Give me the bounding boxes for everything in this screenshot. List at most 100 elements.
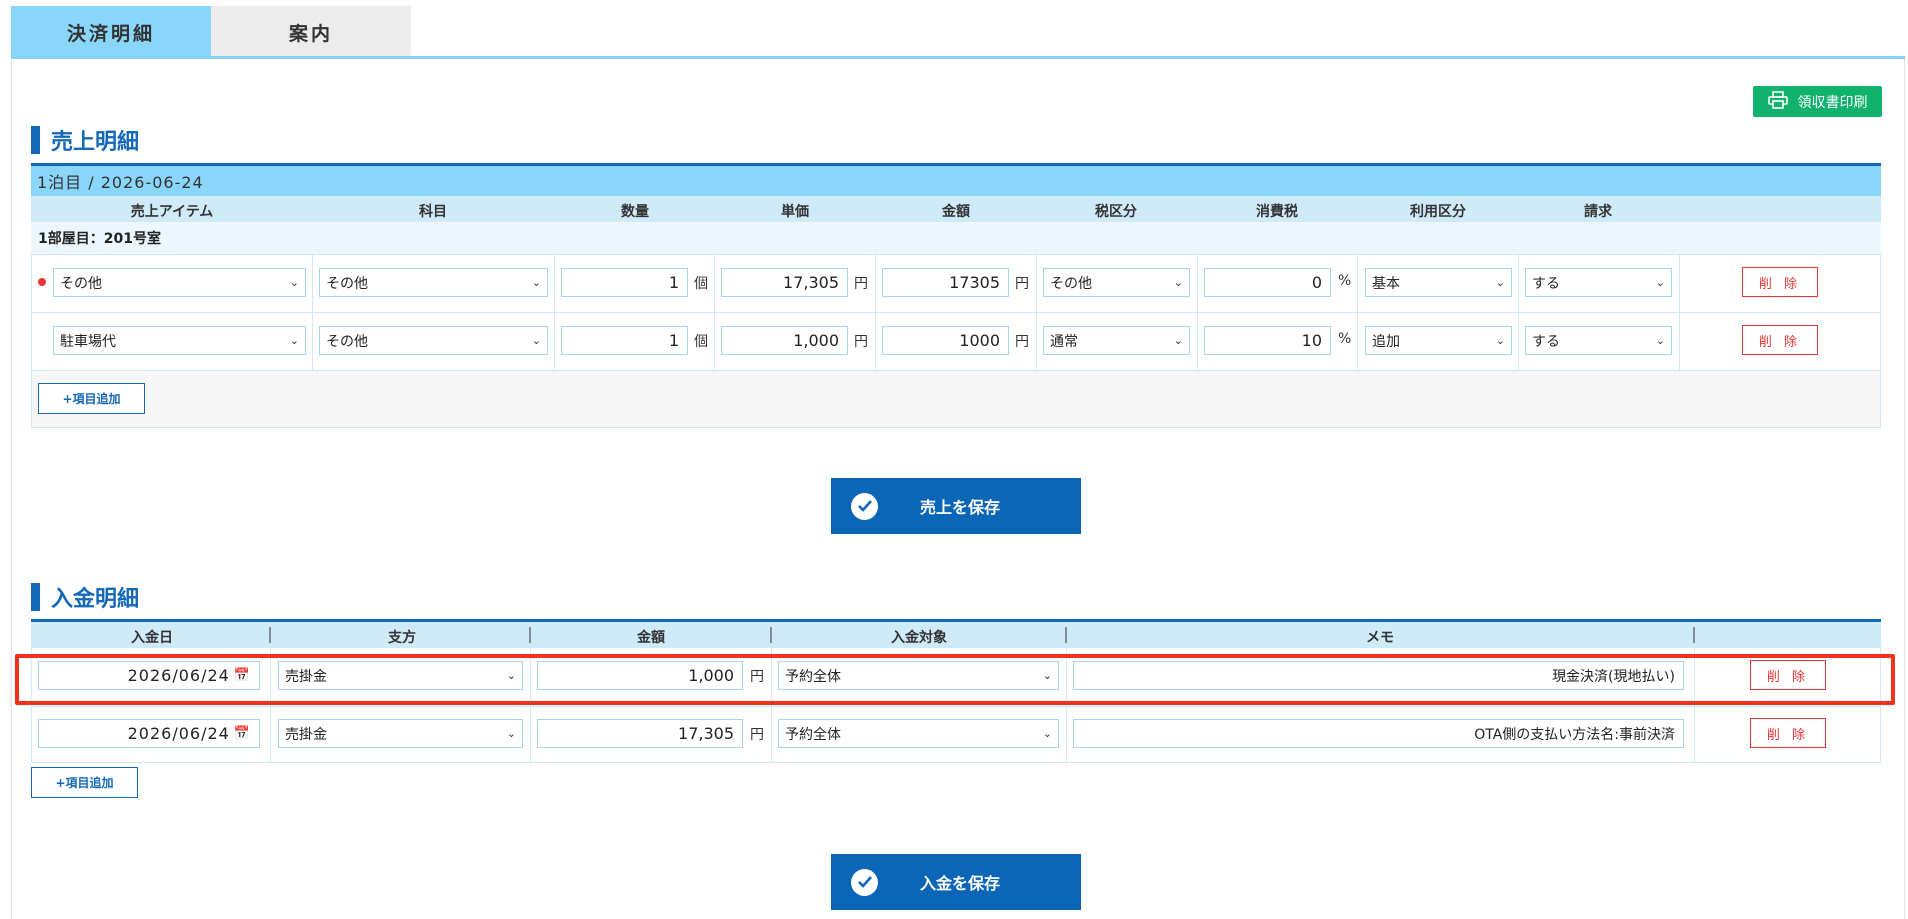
col-tax-type: 税区分 — [1095, 204, 1137, 220]
add-sales-item-button[interactable]: +項目追加 — [38, 383, 145, 414]
col-usage: 利用区分 — [1410, 204, 1466, 220]
tax-rate-unit: % — [1338, 331, 1352, 347]
col-payment-amount: 金額 — [637, 630, 665, 646]
payments-column-header: 入金日 支方 金額 入金対象 メモ — [31, 622, 1881, 648]
chevron-down-icon: ⌄ — [1655, 334, 1665, 347]
quantity-input[interactable]: 1 — [561, 268, 688, 297]
payment-date-value: 2026/06/24 — [127, 724, 230, 743]
amount-input[interactable]: 1000 — [882, 326, 1009, 355]
tax-rate-input[interactable]: 10 — [1204, 326, 1331, 355]
chevron-down-icon: ⌄ — [1042, 727, 1052, 740]
tab-bar: 決済明細 案内 — [11, 6, 411, 58]
delete-payment-row-button[interactable]: 削 除 — [1750, 660, 1826, 690]
amount-currency: 円 — [1015, 334, 1029, 350]
printer-icon — [1767, 90, 1788, 113]
calendar-icon[interactable]: 📅 — [234, 726, 251, 741]
sales-item-select[interactable]: 駐車場代 ⌄ — [53, 326, 306, 355]
unit-price-currency: 円 — [854, 334, 868, 350]
tax-rate-unit: % — [1338, 273, 1352, 289]
title-accent-bar — [31, 583, 40, 611]
unit-price-currency: 円 — [854, 276, 868, 292]
room-label: 1部屋目：201号室 — [31, 222, 1881, 254]
chevron-down-icon: ⌄ — [1495, 334, 1505, 347]
col-subject: 科目 — [419, 204, 447, 220]
header-separator — [1693, 627, 1695, 643]
row-divider — [31, 370, 1881, 371]
header-separator — [269, 627, 271, 643]
save-payments-label: 入金を保存 — [920, 874, 1001, 893]
chevron-down-icon: ⌄ — [1495, 276, 1505, 289]
billing-select[interactable]: する ⌄ — [1525, 326, 1672, 355]
header-separator — [1065, 627, 1067, 643]
chevron-down-icon: ⌄ — [531, 334, 541, 347]
save-payments-button[interactable]: 入金を保存 — [831, 854, 1081, 910]
payments-section-title: 入金明細 — [31, 581, 139, 613]
payment-amount-currency: 円 — [750, 669, 764, 685]
col-divider — [875, 254, 876, 370]
col-divider — [270, 648, 271, 762]
chevron-down-icon: ⌄ — [289, 276, 299, 289]
tab-payment-details[interactable]: 決済明細 — [11, 6, 211, 58]
sales-title-text: 売上明細 — [51, 130, 140, 155]
sales-item-select[interactable]: その他 ⌄ — [53, 268, 306, 297]
check-icon — [851, 492, 878, 520]
tax-type-select[interactable]: 通常 ⌄ — [1043, 326, 1190, 355]
col-divider — [1036, 254, 1037, 370]
col-divider — [554, 254, 555, 370]
payment-method-select[interactable]: 売掛金 ⌄ — [278, 661, 523, 690]
billing-select[interactable]: する ⌄ — [1525, 268, 1672, 297]
row-divider — [31, 706, 1881, 707]
chevron-down-icon: ⌄ — [1173, 276, 1183, 289]
amount-input[interactable]: 17305 — [882, 268, 1009, 297]
delete-payment-row-button[interactable]: 削 除 — [1750, 718, 1826, 748]
subject-select[interactable]: その他 ⌄ — [319, 268, 548, 297]
calendar-icon[interactable]: 📅 — [234, 668, 251, 683]
sales-section-title: 売上明細 — [31, 124, 139, 156]
tax-type-select[interactable]: その他 ⌄ — [1043, 268, 1190, 297]
delete-sales-row-button[interactable]: 削 除 — [1742, 267, 1818, 297]
payment-target-select[interactable]: 予約全体 ⌄ — [778, 661, 1059, 690]
header-separator — [770, 627, 772, 643]
col-payment-target: 入金対象 — [891, 630, 947, 646]
payment-date-input[interactable]: 2026/06/24 📅 — [38, 719, 260, 748]
payment-target-select[interactable]: 予約全体 ⌄ — [778, 719, 1059, 748]
col-billing: 請求 — [1584, 204, 1612, 220]
add-payment-item-button[interactable]: +項目追加 — [31, 767, 138, 798]
unit-price-input[interactable]: 17,305 — [721, 268, 848, 297]
subject-select[interactable]: その他 ⌄ — [319, 326, 548, 355]
chevron-down-icon: ⌄ — [531, 276, 541, 289]
print-receipt-button[interactable]: 領収書印刷 — [1753, 86, 1882, 117]
quantity-input[interactable]: 1 — [561, 326, 688, 355]
col-unit-price: 単価 — [781, 204, 809, 220]
payment-amount-currency: 円 — [750, 727, 764, 743]
payment-method-select[interactable]: 売掛金 ⌄ — [278, 719, 523, 748]
memo-input[interactable]: 現金決済(現地払い) — [1073, 661, 1684, 690]
chevron-down-icon: ⌄ — [1655, 276, 1665, 289]
print-receipt-label: 領収書印刷 — [1797, 94, 1868, 111]
col-divider — [1357, 254, 1358, 370]
tab-guide[interactable]: 案内 — [211, 6, 411, 58]
quantity-unit: 個 — [694, 334, 708, 350]
col-divider — [530, 648, 531, 762]
memo-input[interactable]: OTA側の支払い方法名:事前決済 — [1073, 719, 1684, 748]
usage-select[interactable]: 基本 ⌄ — [1365, 268, 1512, 297]
tax-rate-input[interactable]: 0 — [1204, 268, 1331, 297]
save-sales-button[interactable]: 売上を保存 — [831, 478, 1081, 534]
usage-select[interactable]: 追加 ⌄ — [1365, 326, 1512, 355]
delete-sales-row-button[interactable]: 削 除 — [1742, 325, 1818, 355]
col-tax: 消費税 — [1256, 204, 1298, 220]
row-divider — [31, 312, 1881, 313]
col-amount: 金額 — [942, 204, 970, 220]
payment-amount-input[interactable]: 1,000 — [537, 661, 743, 690]
night-header: 1泊目 / 2026-06-24 — [31, 166, 1881, 196]
unit-price-input[interactable]: 1,000 — [721, 326, 848, 355]
payment-amount-input[interactable]: 17,305 — [537, 719, 743, 748]
required-indicator — [38, 278, 46, 286]
col-payment-date: 入金日 — [131, 630, 173, 646]
payment-date-input[interactable]: 2026/06/24 📅 — [38, 661, 260, 690]
sales-column-header: 売上アイテム 科目 数量 単価 金額 税区分 消費税 利用区分 請求 — [31, 196, 1881, 222]
col-sales-item: 売上アイテム — [130, 204, 214, 220]
col-divider — [714, 254, 715, 370]
col-memo: メモ — [1366, 630, 1394, 646]
chevron-down-icon: ⌄ — [506, 727, 516, 740]
